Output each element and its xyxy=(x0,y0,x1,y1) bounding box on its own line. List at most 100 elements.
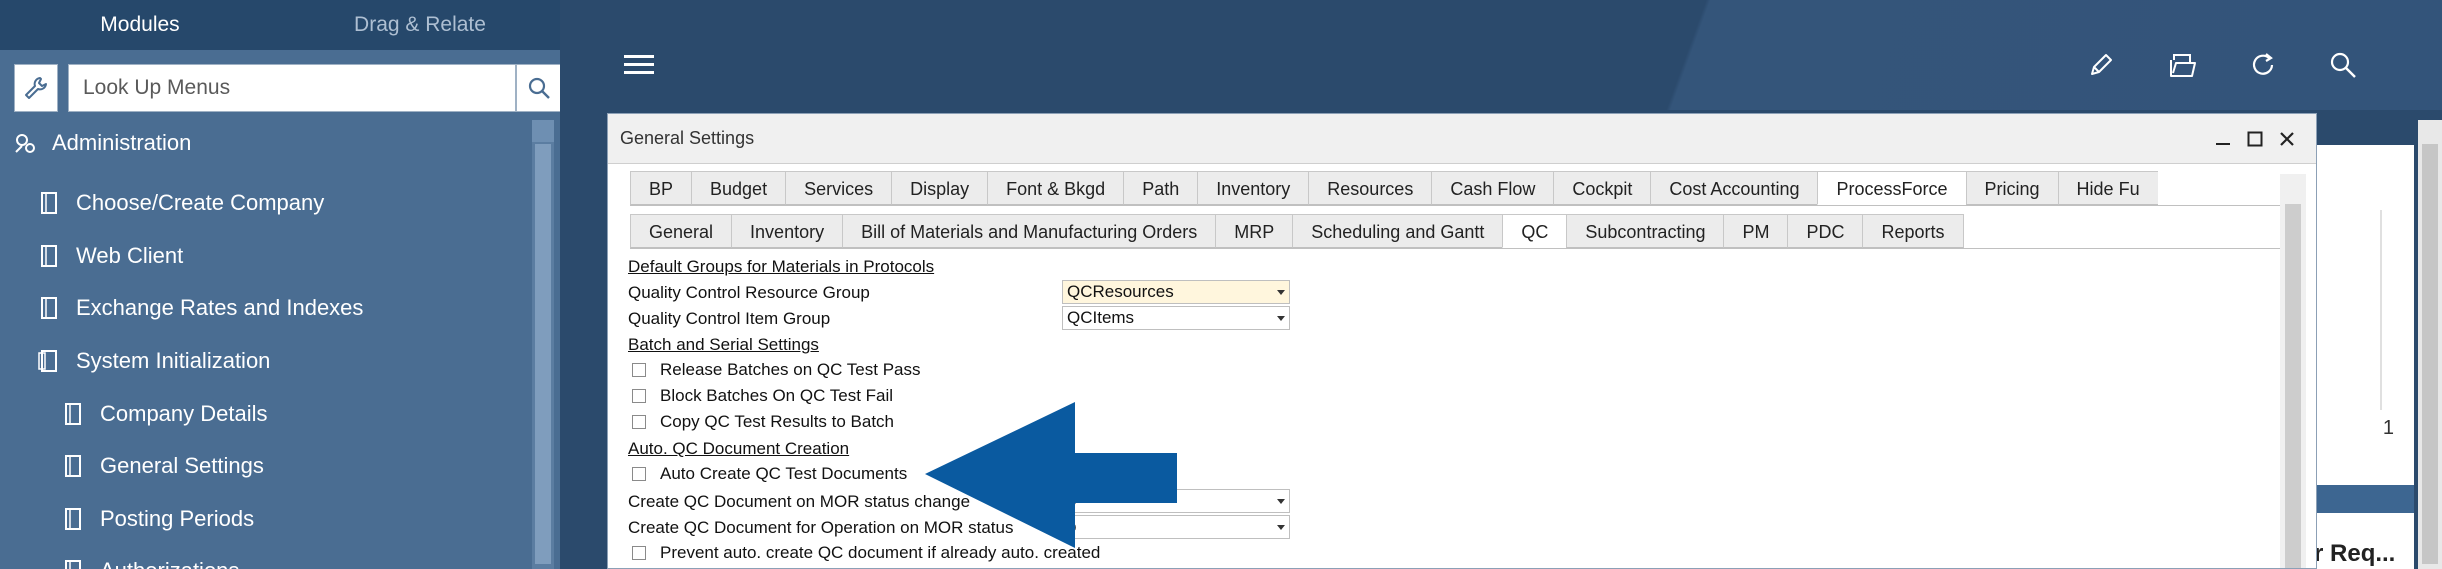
checkbox-box[interactable] xyxy=(632,546,646,560)
section-default-groups: Default Groups for Materials in Protocol… xyxy=(628,257,935,276)
tab-divider xyxy=(630,205,2290,206)
sidebar-item-posting-periods[interactable]: Posting Periods xyxy=(60,499,254,539)
release-batches-checkbox[interactable]: Release Batches on QC Test Pass xyxy=(628,360,921,380)
sidebar-item-administration[interactable]: Administration xyxy=(12,123,191,163)
tab-hide-fu[interactable]: Hide Fu xyxy=(2057,171,2158,205)
sidebar-item-label: Exchange Rates and Indexes xyxy=(76,295,364,320)
minimize-icon xyxy=(2216,143,2230,145)
card-header-band xyxy=(2310,485,2414,513)
scroll-up-button[interactable] xyxy=(532,120,554,142)
administration-icon xyxy=(12,130,38,156)
tab-path[interactable]: Path xyxy=(1123,171,1199,205)
checkbox-box[interactable] xyxy=(632,389,646,403)
tab-display[interactable]: Display xyxy=(891,171,989,205)
pencil-icon[interactable] xyxy=(2084,48,2118,82)
sidebar-item-label: Company Details xyxy=(100,401,268,426)
scroll-thumb[interactable] xyxy=(2422,144,2438,564)
create-on-mor-select[interactable]: o xyxy=(1062,489,1290,513)
subtab-pdc[interactable]: PDC xyxy=(1787,214,1864,248)
checkbox-label: Block Batches On QC Test Fail xyxy=(660,386,894,405)
subtab-pm[interactable]: PM xyxy=(1723,214,1789,248)
section-batch-serial: Batch and Serial Settings xyxy=(628,335,819,354)
create-for-operation-select[interactable]: o xyxy=(1062,515,1290,539)
subtab-reports[interactable]: Reports xyxy=(1862,214,1964,248)
background-card: 1 r Req... xyxy=(2310,145,2414,569)
lookup-menus-input[interactable] xyxy=(68,64,516,112)
card-title: r Req... xyxy=(2314,540,2396,567)
scroll-thumb[interactable] xyxy=(535,144,551,564)
sidebar-item-label: Administration xyxy=(52,130,192,155)
menu-icon[interactable] xyxy=(622,48,656,82)
tab-font-bkgd[interactable]: Font & Bkgd xyxy=(987,171,1125,205)
wrench-button[interactable] xyxy=(14,64,58,112)
qc-item-group-select[interactable]: QCItems xyxy=(1062,306,1290,330)
checkbox-box[interactable] xyxy=(632,415,646,429)
card-divider xyxy=(2380,210,2382,410)
checkbox-box[interactable] xyxy=(632,363,646,377)
tab-inventory[interactable]: Inventory xyxy=(1197,171,1310,205)
dialog-title-bar: General Settings xyxy=(608,114,2316,164)
toolbar-background xyxy=(1620,0,2442,110)
maximize-button[interactable] xyxy=(2242,126,2268,152)
search-button[interactable] xyxy=(516,64,560,112)
tab-cash-flow[interactable]: Cash Flow xyxy=(1431,171,1555,205)
tab-services[interactable]: Services xyxy=(785,171,893,205)
main-scrollbar[interactable] xyxy=(2418,120,2442,569)
copy-results-checkbox[interactable]: Copy QC Test Results to Batch xyxy=(628,412,894,432)
folder-icon xyxy=(36,348,62,374)
dialog-title: General Settings xyxy=(620,128,755,148)
sidebar-item-company-details[interactable]: Company Details xyxy=(60,394,268,434)
subtab-inventory[interactable]: Inventory xyxy=(731,214,844,248)
tab-cockpit[interactable]: Cockpit xyxy=(1553,171,1652,205)
sidebar-item-general-settings[interactable]: General Settings xyxy=(60,446,264,486)
chevron-down-icon xyxy=(1277,499,1285,504)
qc-resource-group-select[interactable]: QCResources xyxy=(1062,280,1290,304)
open-folder-icon[interactable] xyxy=(2166,48,2200,82)
subtab-scheduling-and-gantt[interactable]: Scheduling and Gantt xyxy=(1292,214,1504,248)
sidebar-item-label: System Initialization xyxy=(76,348,271,373)
tab-bp[interactable]: BP xyxy=(630,171,693,205)
tab-pricing[interactable]: Pricing xyxy=(1965,171,2059,205)
refresh-icon[interactable] xyxy=(2246,48,2280,82)
prevent-auto-create-checkbox[interactable]: Prevent auto. create QC document if alre… xyxy=(628,543,1100,563)
combo-value: o xyxy=(1067,491,1077,510)
auto-create-qc-checkbox[interactable]: Auto Create QC Test Documents xyxy=(628,464,907,484)
qc-item-group-label: Quality Control Item Group xyxy=(628,309,831,328)
tab-drag-relate[interactable]: Drag & Relate xyxy=(280,0,560,50)
subtab-general[interactable]: General xyxy=(630,214,733,248)
tab-budget[interactable]: Budget xyxy=(691,171,787,205)
checkbox-label: Release Batches on QC Test Pass xyxy=(660,360,921,379)
menu-search-bar xyxy=(14,64,560,114)
block-batches-checkbox[interactable]: Block Batches On QC Test Fail xyxy=(628,386,893,406)
scroll-thumb[interactable] xyxy=(2285,204,2301,568)
minimize-button[interactable] xyxy=(2210,126,2236,152)
checkbox-box[interactable] xyxy=(632,467,646,481)
tab-cost-accounting[interactable]: Cost Accounting xyxy=(1650,171,1819,205)
tab-modules[interactable]: Modules xyxy=(0,0,280,50)
subtab-bill-of-materials-and-manufacturing-orders[interactable]: Bill of Materials and Manufacturing Orde… xyxy=(842,214,1217,248)
sidebar-item-web-client[interactable]: Web Client xyxy=(36,236,183,276)
sidebar-item-choose-create-company[interactable]: Choose/Create Company xyxy=(36,183,324,223)
checkbox-label: Auto Create QC Test Documents xyxy=(660,464,908,483)
sub-tab-bar: General Inventory Bill of Materials and Ma… xyxy=(630,214,1964,248)
search-icon[interactable] xyxy=(2326,48,2360,82)
subtab-subcontracting[interactable]: Subcontracting xyxy=(1566,214,1725,248)
sidebar-item-label: Authorizations xyxy=(100,558,239,569)
chevron-down-icon xyxy=(1277,525,1285,530)
main-tab-bar: BP Budget Services Display Font & Bkgd Path In… xyxy=(630,171,2158,205)
sidebar-item-system-initialization[interactable]: System Initialization xyxy=(36,341,270,381)
sidebar-item-authorizations[interactable]: Authorizations xyxy=(60,551,239,569)
subtab-qc[interactable]: QC xyxy=(1502,214,1568,248)
subtab-mrp[interactable]: MRP xyxy=(1215,214,1294,248)
document-icon xyxy=(36,190,62,216)
create-for-operation-label: Create QC Document for Operation on MOR … xyxy=(628,518,1014,537)
sidebar-item-exchange-rates[interactable]: Exchange Rates and Indexes xyxy=(36,288,363,328)
tab-processforce[interactable]: ProcessForce xyxy=(1817,171,1967,205)
tab-resources[interactable]: Resources xyxy=(1308,171,1433,205)
sidebar-tabs: Modules Drag & Relate xyxy=(0,0,560,50)
sidebar-scrollbar[interactable] xyxy=(532,120,554,569)
document-icon xyxy=(60,453,86,479)
sidebar-item-label: Choose/Create Company xyxy=(76,190,325,215)
dialog-scrollbar[interactable] xyxy=(2280,174,2306,568)
close-button[interactable] xyxy=(2274,126,2300,152)
